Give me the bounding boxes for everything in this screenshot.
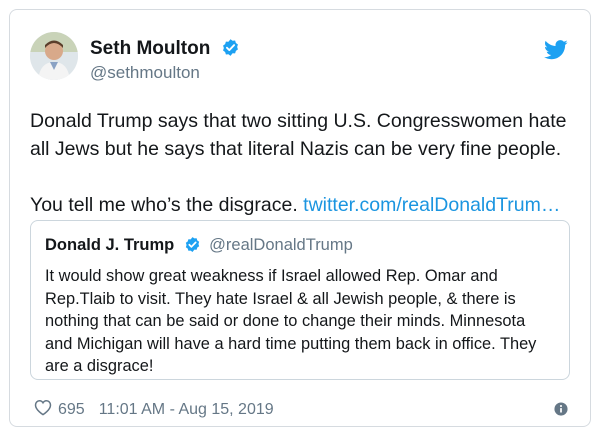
author-handle[interactable]: @sethmoulton (90, 63, 200, 83)
tweet-footer: 695 11:01 AM - Aug 15, 2019 (34, 399, 274, 421)
tweet-text: Donald Trump says that two sitting U.S. … (30, 107, 575, 219)
quoted-line: Rep.Tlaib to visit. They hate Israel & a… (45, 289, 516, 308)
like-count[interactable]: 695 (58, 401, 85, 419)
quoted-line: and Michigan will have a hard time putti… (45, 334, 537, 353)
verified-badge-icon (184, 236, 201, 258)
quoted-tweet-text: It would show great weakness if Israel a… (45, 265, 557, 378)
info-icon[interactable] (554, 402, 568, 421)
quoted-line: It would show great weakness if Israel a… (45, 267, 498, 285)
author-name-row[interactable]: Seth Moulton (90, 38, 240, 63)
tweet-closing-text: You tell me who’s the disgrace. (30, 194, 298, 216)
quoted-tweet[interactable]: Donald J. Trump @realDonaldTrump It woul… (30, 220, 570, 380)
tweet-line-closing: You tell me who’s the disgrace. twitter.… (30, 191, 575, 219)
verified-badge-icon (221, 38, 240, 63)
tweet-line: all Jews but he says that literal Nazis … (30, 138, 562, 160)
heart-icon[interactable] (34, 399, 52, 421)
quoted-author-row[interactable]: Donald J. Trump @realDonaldTrump (45, 236, 353, 258)
author-name[interactable]: Seth Moulton (90, 38, 210, 59)
tweet-card: Seth Moulton @sethmoulton Donald Trump s… (9, 9, 591, 427)
quoted-line: nothing that can be said or done to chan… (45, 312, 526, 330)
twitter-bird-icon[interactable] (544, 40, 568, 65)
quoted-author-name[interactable]: Donald J. Trump (45, 236, 174, 254)
quoted-author-handle[interactable]: @realDonaldTrump (209, 236, 353, 254)
timestamp[interactable]: 11:01 AM - Aug 15, 2019 (99, 401, 274, 419)
tweet-link[interactable]: twitter.com/realDonaldTrum… (303, 194, 560, 216)
quoted-line: are a disgrace! (45, 357, 154, 375)
tweet-line: Donald Trump says that two sitting U.S. … (30, 110, 567, 132)
avatar[interactable] (30, 32, 78, 80)
